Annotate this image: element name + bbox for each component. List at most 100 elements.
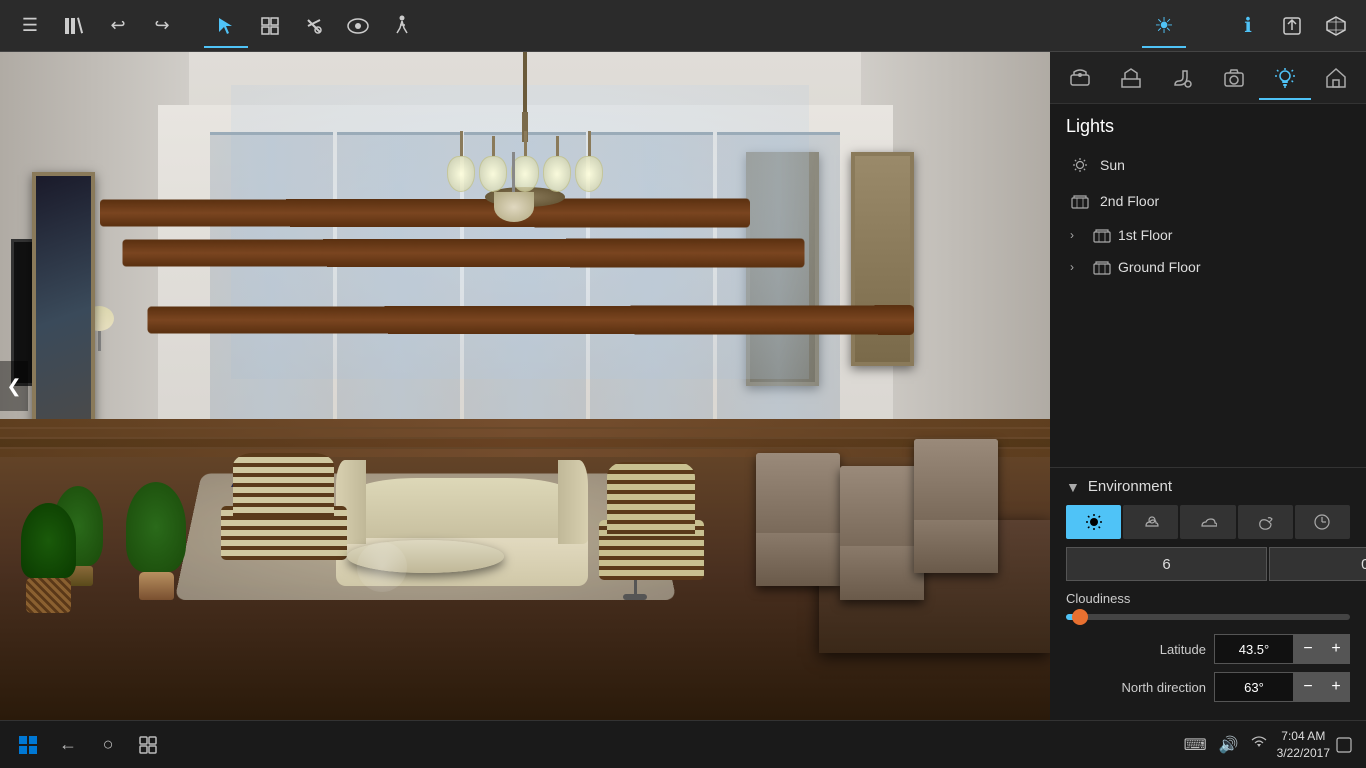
weather-row (1066, 505, 1350, 539)
latitude-label: Latitude (1066, 642, 1214, 657)
paint-icon (1171, 67, 1193, 89)
keyboard-icon[interactable]: ⌨ (1184, 735, 1207, 755)
info-button[interactable]: ℹ (1226, 4, 1270, 48)
cloudiness-label: Cloudiness (1066, 591, 1350, 606)
undo-button[interactable]: ↩ (96, 4, 140, 48)
time-hour-input[interactable] (1066, 547, 1267, 581)
environment-title: Environment (1088, 478, 1172, 495)
north-direction-plus-button[interactable]: + (1322, 672, 1350, 702)
panel-tab-structure[interactable] (1105, 56, 1156, 100)
floor-light-icon-ground (1092, 257, 1112, 277)
expand-arrow-1st: › (1070, 228, 1086, 242)
clock-time: 7:04 AM (1277, 728, 1330, 745)
panel-tab-lights[interactable] (1259, 56, 1310, 100)
walk-button[interactable] (380, 4, 424, 48)
top-toolbar: ☰ ↩ ↪ ☀ ℹ (0, 0, 1366, 52)
tools-button[interactable] (292, 4, 336, 48)
weather-time-button[interactable] (1295, 505, 1350, 539)
north-direction-label: North direction (1066, 680, 1214, 695)
right-panel: Lights Sun 2nd Floor › 1st Floor › (1050, 52, 1366, 720)
north-direction-input[interactable] (1214, 672, 1294, 702)
north-direction-row: North direction − + (1066, 672, 1350, 702)
north-direction-minus-button[interactable]: − (1294, 672, 1322, 702)
taskbar: ← ○ ⌨ 🔊 7:04 AM 3/22/2017 (0, 720, 1366, 768)
view-button[interactable] (336, 4, 380, 48)
redo-button[interactable]: ↪ (140, 4, 184, 48)
dining-chair-1 (756, 453, 840, 587)
chevron-left-icon: ❮ (6, 376, 21, 397)
time-weather-icon (1313, 513, 1331, 531)
latitude-minus-button[interactable]: − (1294, 634, 1322, 664)
light-item-sun[interactable]: Sun (1066, 147, 1350, 183)
sun-label: Sun (1100, 157, 1125, 173)
arrange-button[interactable] (248, 4, 292, 48)
time-row (1066, 547, 1350, 581)
taskbar-clock[interactable]: 7:04 AM 3/22/2017 (1277, 728, 1330, 762)
export-button[interactable] (1270, 4, 1314, 48)
weather-cloudy-button[interactable] (1180, 505, 1235, 539)
cloudiness-thumb[interactable] (1072, 609, 1088, 625)
environment-header[interactable]: ▼ Environment (1066, 478, 1350, 495)
network-wifi-icon (1251, 735, 1267, 751)
system-tray: ⌨ 🔊 (1184, 735, 1267, 755)
house-icon (1325, 67, 1347, 89)
basket-plant (21, 503, 76, 613)
light-item-2nd-floor[interactable]: 2nd Floor (1066, 183, 1350, 219)
environment-collapse-icon: ▼ (1066, 479, 1080, 495)
accent-chair (599, 460, 704, 580)
beam2 (122, 238, 804, 267)
windows-logo-icon (18, 735, 38, 755)
lounge-chair (221, 453, 347, 560)
1st-floor-label: 1st Floor (1118, 227, 1172, 243)
latitude-input[interactable] (1214, 634, 1294, 664)
environment-section: ▼ Environment (1050, 467, 1366, 720)
night-icon (1256, 513, 1274, 531)
back-button[interactable]: ← (48, 725, 88, 765)
task-view-button[interactable] (128, 725, 168, 765)
weather-clear-button[interactable] (1066, 505, 1121, 539)
plant-2 (126, 482, 186, 600)
sun-button[interactable]: ☀ (1142, 4, 1186, 48)
notification-icon (1336, 737, 1352, 753)
panel-toolbar (1050, 52, 1366, 104)
dining-chair-2 (840, 466, 924, 600)
panel-tab-camera[interactable] (1208, 56, 1259, 100)
lights-icon (1274, 67, 1296, 89)
scene (0, 52, 1050, 720)
latitude-plus-button[interactable]: + (1322, 634, 1350, 664)
weather-partly-cloudy-button[interactable] (1123, 505, 1178, 539)
panel-tab-house[interactable] (1311, 56, 1362, 100)
pendant-lamp (494, 152, 534, 222)
time-minute-input[interactable] (1269, 547, 1366, 581)
panel-tab-paint[interactable] (1157, 56, 1208, 100)
notification-button[interactable] (1330, 731, 1358, 759)
beam3 (148, 305, 914, 335)
lights-section: Lights Sun 2nd Floor › 1st Floor › (1050, 104, 1366, 295)
menu-button[interactable]: ☰ (8, 4, 52, 48)
floor-light-icon-2nd (1070, 191, 1090, 211)
select-button[interactable] (204, 4, 248, 48)
dining-chair-3 (914, 439, 998, 573)
structure-icon (1120, 67, 1142, 89)
nav-left-button[interactable]: ❮ (0, 361, 28, 411)
3d-button[interactable] (1314, 4, 1358, 48)
expand-arrow-ground: › (1070, 260, 1086, 274)
volume-icon[interactable]: 🔊 (1219, 735, 1239, 755)
light-item-ground-floor[interactable]: › Ground Floor (1066, 251, 1350, 283)
ground-floor-label: Ground Floor (1118, 259, 1200, 275)
2nd-floor-label: 2nd Floor (1100, 193, 1159, 209)
search-button[interactable]: ○ (88, 725, 128, 765)
coffee-table (347, 540, 505, 573)
panel-tab-objects[interactable] (1054, 56, 1105, 100)
task-view-icon (139, 736, 157, 754)
objects-icon (1069, 67, 1091, 89)
network-icon[interactable] (1251, 735, 1267, 754)
weather-night-button[interactable] (1238, 505, 1293, 539)
viewport[interactable]: ❮ (0, 52, 1050, 720)
library-button[interactable] (52, 4, 96, 48)
light-item-1st-floor[interactable]: › 1st Floor (1066, 219, 1350, 251)
sun-light-icon (1070, 155, 1090, 175)
cloudiness-slider[interactable] (1066, 614, 1350, 620)
clock-date: 3/22/2017 (1277, 745, 1330, 762)
start-button[interactable] (8, 725, 48, 765)
